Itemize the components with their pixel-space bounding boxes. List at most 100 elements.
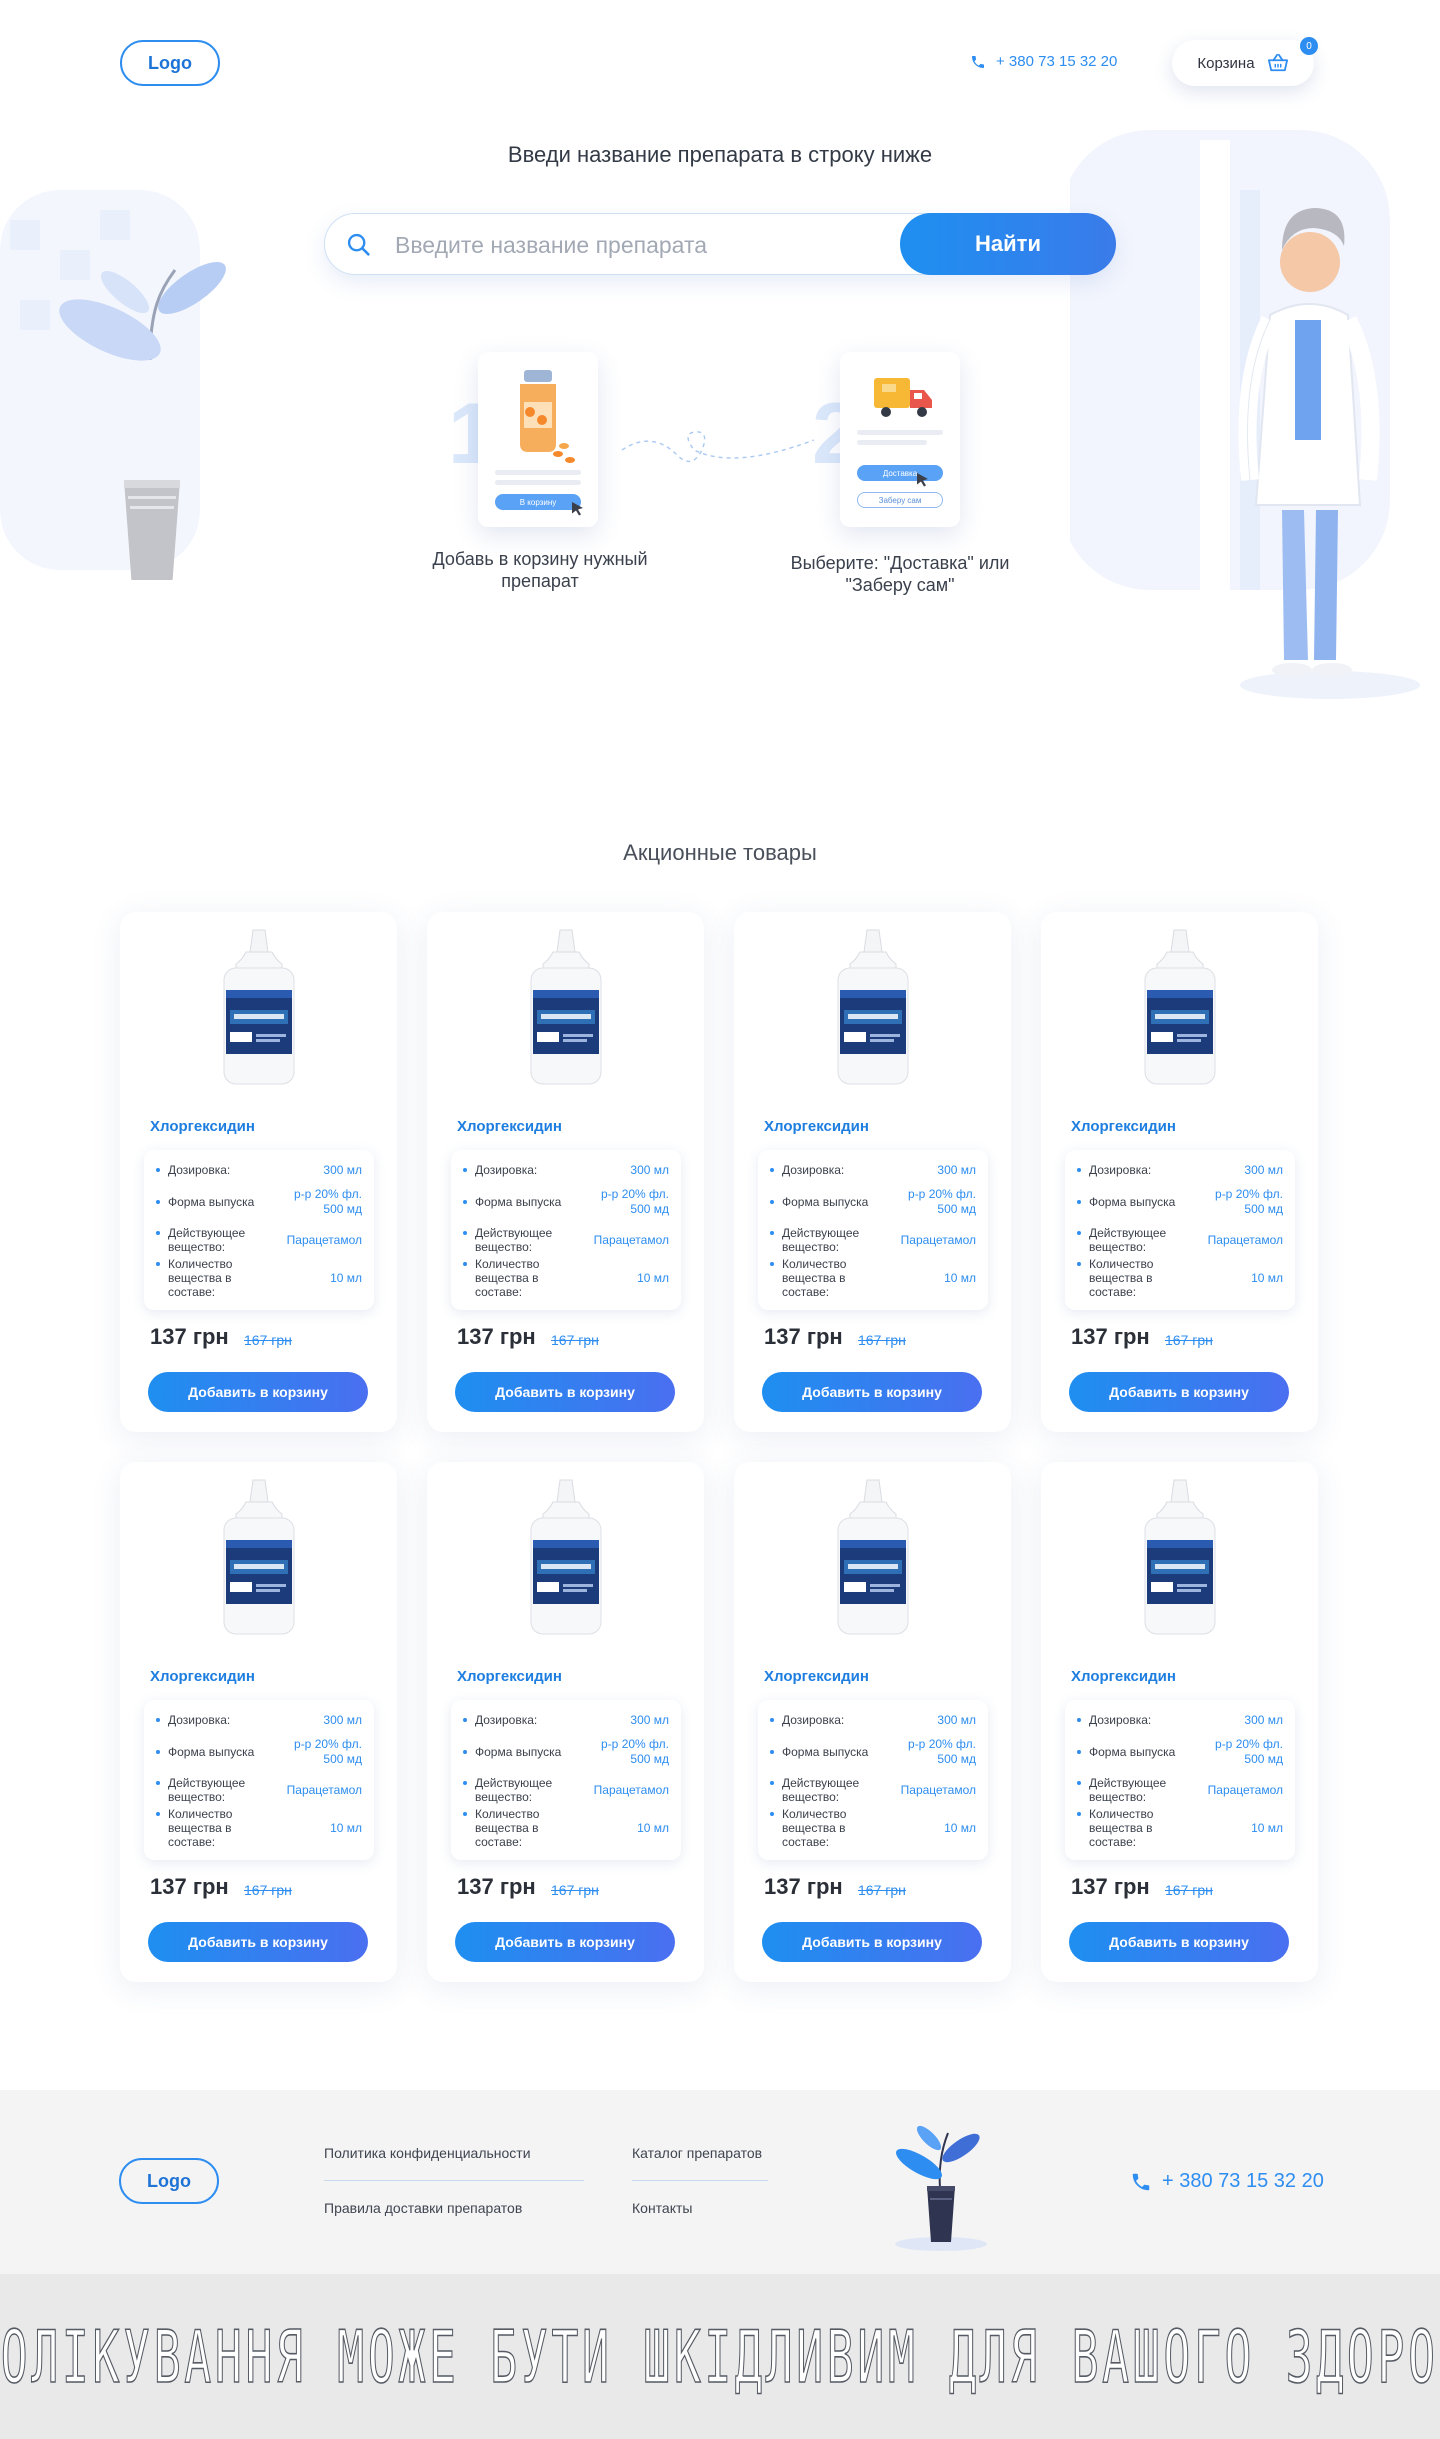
product-old-price: 167 грн xyxy=(244,1332,292,1348)
spec-substance-value: Парацетамол xyxy=(1207,1232,1283,1247)
spec-substance-row: Действующее вещество: Парацетамол xyxy=(156,1222,362,1258)
spec-substance-label: Действующее вещество: xyxy=(1077,1776,1198,1804)
product-old-price: 167 грн xyxy=(551,1882,599,1898)
product-name[interactable]: Хлоргексидин xyxy=(150,1668,255,1685)
spec-form-label: Форма выпуска xyxy=(156,1195,277,1209)
spec-amount-value: 10 мл xyxy=(1251,1820,1283,1835)
spec-dose-row: Дозировка: 300 мл xyxy=(463,1708,669,1732)
product-old-price: 167 грн xyxy=(244,1882,292,1898)
product-specs: Дозировка: 300 мл Форма выпуска р-р 20% … xyxy=(1065,1150,1295,1310)
footer-phone[interactable]: + 380 73 15 32 20 xyxy=(1130,2170,1324,2193)
header-logo[interactable]: Logo xyxy=(120,40,220,86)
phone-icon xyxy=(1132,2173,1150,2190)
promo-section-title: Акционные товары xyxy=(623,840,817,865)
hero-title: Введи название препарата в строку ниже xyxy=(507,142,933,167)
product-name[interactable]: Хлоргексидин xyxy=(1071,1118,1176,1135)
spec-form-value: р-р 20% фл. 500 мд xyxy=(908,1737,976,1766)
product-card: Хлоргексидин Дозировка: 300 мл Форма вып… xyxy=(120,912,397,1432)
site-footer: Logo Политика конфиденциальности Правила… xyxy=(0,2090,1440,2274)
pill-bottle-icon xyxy=(520,370,575,463)
spec-form-row: Форма выпуска р-р 20% фл. 500 мд xyxy=(156,1732,362,1772)
spec-amount-label: Количество вещества в составе: xyxy=(770,1257,891,1299)
add-to-cart-button[interactable]: Добавить в корзину xyxy=(1069,1922,1289,1962)
spec-dose-label: Дозировка: xyxy=(770,1163,891,1177)
footer-link-catalog[interactable]: Каталог препаратов xyxy=(632,2145,762,2161)
product-old-price: 167 грн xyxy=(858,1882,906,1898)
spec-amount-label: Количество вещества в составе: xyxy=(463,1257,584,1299)
card-line xyxy=(857,430,943,435)
card-line xyxy=(495,480,581,485)
spec-dose-value: 300 мл xyxy=(1244,1712,1283,1727)
spec-form-value: р-р 20% фл. 500 мд xyxy=(601,1187,669,1216)
spec-substance-label: Действующее вещество: xyxy=(1077,1226,1198,1254)
self-medication-warning: САМОЛІКУВАННЯ МОЖЕ БУТИ ШКІДЛИВИМ ДЛЯ ВА… xyxy=(0,2274,1440,2439)
spec-amount-label: Количество вещества в составе: xyxy=(770,1807,891,1849)
spec-amount-value: 10 мл xyxy=(330,1270,362,1285)
search-input[interactable] xyxy=(395,226,875,264)
product-old-price: 167 грн xyxy=(551,1332,599,1348)
spec-dose-value: 300 мл xyxy=(937,1162,976,1177)
add-to-cart-button[interactable]: Добавить в корзину xyxy=(455,1372,675,1412)
spec-substance-label: Действующее вещество: xyxy=(770,1226,891,1254)
product-name[interactable]: Хлоргексидин xyxy=(150,1118,255,1135)
product-specs: Дозировка: 300 мл Форма выпуска р-р 20% … xyxy=(144,1150,374,1310)
footer-link-delivery-rules[interactable]: Правила доставки препаратов xyxy=(324,2200,522,2216)
product-image xyxy=(837,1479,909,1635)
spec-substance-value: Парацетамол xyxy=(593,1232,669,1247)
spec-substance-row: Действующее вещество: Парацетамол xyxy=(1077,1772,1283,1808)
add-to-cart-button[interactable]: Добавить в корзину xyxy=(148,1372,368,1412)
warning-text: САМОЛІКУВАННЯ МОЖЕ БУТИ ШКІДЛИВИМ ДЛЯ ВА… xyxy=(0,2314,1440,2400)
product-image xyxy=(530,929,602,1085)
spec-amount-row: Количество вещества в составе: 10 мл xyxy=(463,1257,669,1299)
product-specs: Дозировка: 300 мл Форма выпуска р-р 20% … xyxy=(451,1700,681,1860)
add-to-cart-button[interactable]: Добавить в корзину xyxy=(148,1922,368,1962)
footer-logo[interactable]: Logo xyxy=(119,2158,219,2204)
footer-link-contacts[interactable]: Контакты xyxy=(632,2200,692,2216)
product-image xyxy=(530,1479,602,1635)
cart-button[interactable]: Корзина 0 xyxy=(1172,37,1318,86)
spec-dose-row: Дозировка: 300 мл xyxy=(463,1158,669,1182)
spec-amount-value: 10 мл xyxy=(637,1820,669,1835)
search-button[interactable]: Найти xyxy=(900,213,1116,275)
spec-dose-value: 300 мл xyxy=(630,1712,669,1727)
spec-form-label: Форма выпуска xyxy=(770,1745,891,1759)
product-grid: Хлоргексидин Дозировка: 300 мл Форма вып… xyxy=(120,912,1320,1982)
add-to-cart-button[interactable]: Добавить в корзину xyxy=(762,1922,982,1962)
spec-dose-value: 300 мл xyxy=(1244,1162,1283,1177)
spec-amount-label: Количество вещества в составе: xyxy=(463,1807,584,1849)
product-name[interactable]: Хлоргексидин xyxy=(1071,1668,1176,1685)
footer-link-privacy[interactable]: Политика конфиденциальности xyxy=(324,2145,531,2161)
product-card: Хлоргексидин Дозировка: 300 мл Форма вып… xyxy=(1041,1462,1318,1982)
spec-dose-row: Дозировка: 300 мл xyxy=(156,1708,362,1732)
spec-dose-row: Дозировка: 300 мл xyxy=(1077,1708,1283,1732)
product-card: Хлоргексидин Дозировка: 300 мл Форма вып… xyxy=(427,1462,704,1982)
spec-substance-label: Действующее вещество: xyxy=(156,1226,277,1254)
add-to-cart-button[interactable]: Добавить в корзину xyxy=(455,1922,675,1962)
product-card: Хлоргексидин Дозировка: 300 мл Форма вып… xyxy=(1041,912,1318,1432)
spec-dose-row: Дозировка: 300 мл xyxy=(156,1158,362,1182)
spec-dose-row: Дозировка: 300 мл xyxy=(770,1708,976,1732)
header-phone[interactable]: + 380 73 15 32 20 xyxy=(970,53,1117,70)
spec-form-value: р-р 20% фл. 500 мд xyxy=(1215,1187,1283,1216)
header-phone-number: + 380 73 15 32 20 xyxy=(996,53,1118,70)
product-image xyxy=(223,1479,295,1635)
product-card: Хлоргексидин Дозировка: 300 мл Форма вып… xyxy=(734,912,1011,1432)
spec-amount-row: Количество вещества в составе: 10 мл xyxy=(156,1807,362,1849)
product-name[interactable]: Хлоргексидин xyxy=(457,1668,562,1685)
spec-form-value: р-р 20% фл. 500 мд xyxy=(908,1187,976,1216)
spec-form-label: Форма выпуска xyxy=(770,1195,891,1209)
add-to-cart-button[interactable]: Добавить в корзину xyxy=(762,1372,982,1412)
product-old-price: 167 грн xyxy=(1165,1882,1213,1898)
add-to-cart-button[interactable]: Добавить в корзину xyxy=(1069,1372,1289,1412)
mini-pickup-button: Заберу сам xyxy=(857,492,943,508)
product-specs: Дозировка: 300 мл Форма выпуска р-р 20% … xyxy=(144,1700,374,1860)
spec-form-value: р-р 20% фл. 500 мд xyxy=(601,1737,669,1766)
step-1-text: Добавь в корзину нужный препарат xyxy=(432,549,648,591)
product-name[interactable]: Хлоргексидин xyxy=(764,1668,869,1685)
spec-form-row: Форма выпуска р-р 20% фл. 500 мд xyxy=(463,1182,669,1222)
spec-substance-value: Парацетамол xyxy=(1207,1782,1283,1797)
product-name[interactable]: Хлоргексидин xyxy=(764,1118,869,1135)
product-name[interactable]: Хлоргексидин xyxy=(457,1118,562,1135)
product-price: 137 грн xyxy=(1071,1324,1150,1349)
spec-substance-row: Действующее вещество: Парацетамол xyxy=(463,1772,669,1808)
